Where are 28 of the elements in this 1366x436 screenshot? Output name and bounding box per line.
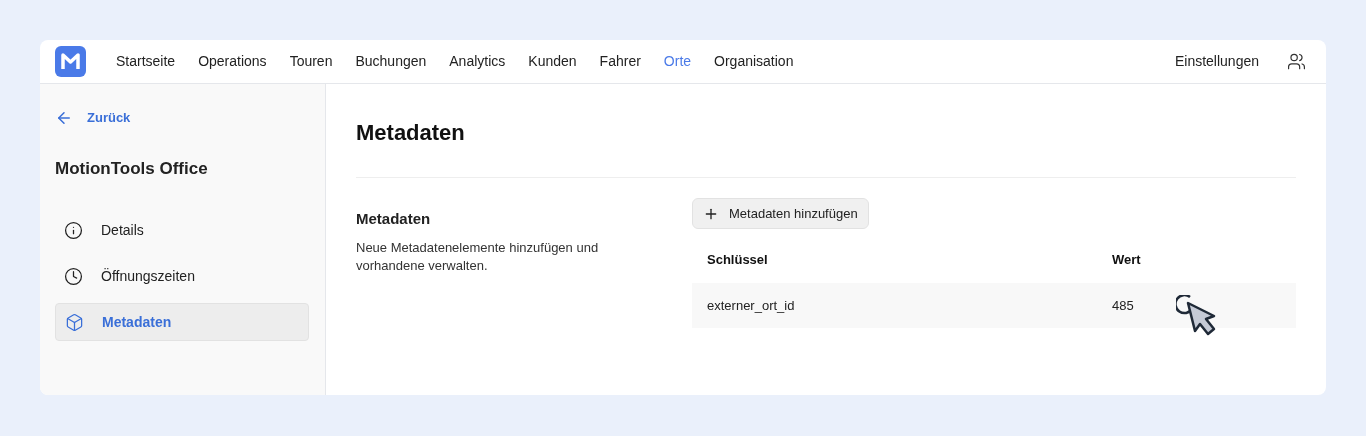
logo-icon[interactable] <box>55 46 86 77</box>
page-title: Metadaten <box>356 116 1296 178</box>
sidebar-item[interactable]: Details <box>55 211 309 249</box>
clock-icon <box>64 266 83 286</box>
settings-link[interactable]: Einstellungen <box>1174 51 1259 72</box>
column-header: Schlüssel <box>707 251 769 270</box>
section-description: Neue Metadatenelemente hinzufügen und vorhandene verwalten. <box>356 238 600 275</box>
nav-link[interactable]: Fahrer <box>599 51 641 72</box>
sidebar-item[interactable]: Metadaten <box>55 303 309 341</box>
nav-link[interactable]: Kunden <box>528 51 577 72</box>
nav-link[interactable]: Operations <box>198 51 267 72</box>
sidebar-item[interactable]: Öffnungszeiten <box>55 257 309 295</box>
nav-link[interactable]: Buchungen <box>355 51 427 72</box>
info-icon <box>64 220 83 240</box>
table-cell-text: externer_ort_id <box>707 296 796 315</box>
back-link[interactable]: Zurück <box>55 108 310 128</box>
section-title: Metadaten <box>356 209 432 229</box>
nav-link[interactable]: Orte <box>663 51 692 72</box>
nav-link[interactable]: Organisation <box>714 51 794 72</box>
nav-link[interactable]: Touren <box>289 51 333 72</box>
nav-link[interactable]: Startseite <box>116 51 176 72</box>
location-title: MotionTools Office <box>55 157 209 180</box>
user-icon[interactable] <box>1287 52 1306 71</box>
column-header: Wert <box>1112 251 1141 270</box>
add-metadata-button[interactable]: Metadaten hinzufügen <box>692 198 869 229</box>
table-cell-text: 485 <box>1112 296 1134 315</box>
nav-link[interactable]: Analytics <box>449 51 506 72</box>
cube-icon <box>65 312 84 332</box>
